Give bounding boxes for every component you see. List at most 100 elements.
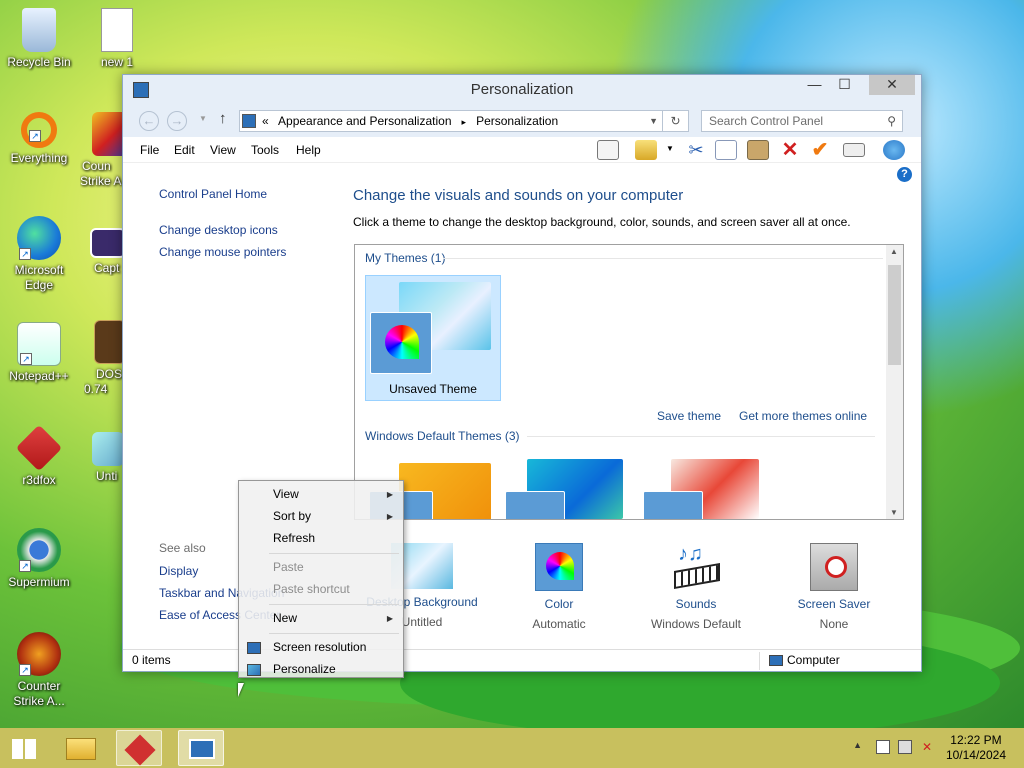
menu-edit[interactable]: Edit bbox=[174, 143, 195, 157]
unsaved-theme-label: Unsaved Theme bbox=[389, 382, 477, 396]
themes-scrollbar[interactable]: ▲ ▼ bbox=[886, 245, 903, 519]
ctx-sort-by[interactable]: Sort by bbox=[273, 509, 311, 523]
clock-date: 10/14/2024 bbox=[945, 748, 1006, 762]
ctx-refresh[interactable]: Refresh bbox=[273, 531, 315, 545]
desktop-icon-new1[interactable]: new 1 bbox=[79, 8, 155, 70]
change-desktop-icons-link[interactable]: Change desktop icons bbox=[159, 223, 339, 237]
menu-file[interactable]: File bbox=[140, 143, 159, 157]
folder-icon bbox=[66, 738, 96, 760]
start-button[interactable] bbox=[0, 730, 48, 766]
navigation-bar: ← → ▼ ↑ « Appearance and Personalization… bbox=[123, 105, 921, 137]
desktop-icon-untitled[interactable]: Unti bbox=[84, 432, 126, 484]
desktop-icon-dosbox[interactable]: DOS 0.74 bbox=[84, 320, 126, 397]
close-button[interactable]: ✕ bbox=[869, 75, 915, 95]
show-hidden-icons[interactable]: ▲ bbox=[853, 740, 862, 750]
taskbar-r3dfox[interactable] bbox=[116, 730, 162, 766]
scrollbar-thumb[interactable] bbox=[888, 265, 901, 365]
scroll-down-icon[interactable]: ▼ bbox=[890, 508, 898, 517]
supermium-icon: ↗ bbox=[17, 528, 61, 572]
layout-icon[interactable] bbox=[597, 140, 619, 160]
clock-time: 12:22 PM bbox=[950, 733, 1002, 747]
refresh-icon[interactable]: ↻ bbox=[663, 110, 689, 132]
properties-icon[interactable] bbox=[843, 143, 865, 157]
ctx-paste[interactable]: Paste bbox=[273, 560, 304, 574]
left-pane: Control Panel Home Change desktop icons … bbox=[159, 187, 339, 267]
counter-strike-icon: ↗ bbox=[17, 632, 61, 676]
paste-icon[interactable] bbox=[747, 140, 769, 160]
desktop-icon-label: Counter Strike A... bbox=[13, 679, 65, 708]
sounds-value: Windows Default bbox=[650, 617, 742, 631]
maximize-button[interactable]: ☐ bbox=[830, 75, 859, 95]
taskbar-file-explorer[interactable] bbox=[58, 730, 104, 766]
screen-saver-item[interactable]: Screen Saver None bbox=[774, 543, 894, 631]
chevron-down-icon[interactable]: ▼ bbox=[649, 111, 658, 131]
control-panel-home-link[interactable]: Control Panel Home bbox=[159, 187, 339, 201]
everything-icon: ↗ bbox=[21, 112, 57, 148]
desktop-icon-label: Microsoft Edge bbox=[14, 263, 64, 292]
chevron-down-icon[interactable]: ▼ bbox=[666, 144, 674, 153]
sounds-label[interactable]: Sounds bbox=[636, 597, 756, 611]
taskbar: ▲ ✕ 12:22 PM 10/14/2024 bbox=[0, 728, 1024, 768]
address-bar[interactable]: « Appearance and Personalization ▸ Perso… bbox=[239, 110, 663, 132]
color-label[interactable]: Color bbox=[499, 597, 619, 611]
window-title: Personalization bbox=[470, 81, 574, 98]
desktop-icon-label: Recycle Bin bbox=[7, 55, 71, 69]
sounds-item[interactable]: ♪♫ Sounds Windows Default bbox=[636, 543, 756, 631]
volume-muted-icon[interactable]: ✕ bbox=[922, 740, 936, 754]
breadcrumb-personalization[interactable]: Personalization bbox=[476, 114, 558, 128]
forward-arrow-icon[interactable]: → bbox=[167, 111, 187, 131]
delete-icon[interactable]: ✕ bbox=[779, 140, 801, 160]
title-bar[interactable]: Personalization — ☐ ✕ bbox=[123, 75, 921, 105]
counter-strike-icon bbox=[92, 112, 126, 156]
ctx-new[interactable]: New bbox=[273, 611, 297, 625]
minimize-button[interactable]: — bbox=[800, 75, 829, 95]
search-icon[interactable]: ⚲ bbox=[887, 111, 896, 131]
get-more-themes-link[interactable]: Get more themes online bbox=[739, 409, 867, 423]
ctx-personalize[interactable]: Personalize bbox=[273, 662, 336, 676]
desktop-icon-notepadpp[interactable]: ↗ Notepad++ bbox=[1, 322, 77, 384]
desktop-icon-recycle-bin[interactable]: Recycle Bin bbox=[1, 8, 77, 70]
desktop-icon-r3dfox[interactable]: r3dfox bbox=[1, 424, 77, 488]
save-theme-link[interactable]: Save theme bbox=[657, 409, 721, 423]
action-center-icon[interactable] bbox=[876, 740, 890, 754]
globe-icon[interactable] bbox=[883, 140, 905, 160]
network-icon[interactable] bbox=[898, 740, 912, 754]
notepadpp-icon: ↗ bbox=[17, 322, 61, 366]
recent-locations-chevron-icon[interactable]: ▼ bbox=[199, 114, 207, 123]
checkmark-icon[interactable]: ✔ bbox=[809, 140, 831, 160]
desktop-icon-counter-strike[interactable]: Coun Strike A bbox=[80, 112, 126, 189]
ctx-screen-resolution[interactable]: Screen resolution bbox=[273, 640, 366, 654]
screen-saver-label[interactable]: Screen Saver bbox=[774, 597, 894, 611]
breadcrumb-appearance[interactable]: Appearance and Personalization bbox=[278, 114, 451, 128]
control-panel-icon bbox=[242, 114, 256, 128]
help-icon[interactable]: ? bbox=[897, 167, 912, 182]
scroll-up-icon[interactable]: ▲ bbox=[890, 247, 898, 256]
desktop-icon-label: Supermium bbox=[8, 575, 70, 589]
desktop-icon-edge[interactable]: ↗ Microsoft Edge bbox=[1, 216, 77, 293]
desktop-icon-everything[interactable]: ↗ Everything bbox=[1, 112, 77, 166]
change-mouse-pointers-link[interactable]: Change mouse pointers bbox=[159, 245, 339, 259]
cut-icon[interactable]: ✂ bbox=[685, 140, 707, 160]
system-clock[interactable]: 12:22 PM 10/14/2024 bbox=[946, 733, 1006, 763]
menu-tools[interactable]: Tools bbox=[251, 143, 279, 157]
color-item[interactable]: Color Automatic bbox=[499, 543, 619, 631]
color-value: Automatic bbox=[532, 617, 586, 631]
unsaved-theme-tile[interactable]: Unsaved Theme bbox=[365, 275, 501, 401]
back-arrow-icon[interactable]: ← bbox=[139, 111, 159, 131]
folder-options-icon[interactable] bbox=[635, 140, 657, 160]
menu-help[interactable]: Help bbox=[296, 143, 321, 157]
search-input[interactable]: Search Control Panel ⚲ bbox=[701, 110, 903, 132]
themes-list[interactable]: My Themes (1) Unsaved Theme Save theme G… bbox=[354, 244, 904, 520]
ctx-view[interactable]: View bbox=[273, 487, 299, 501]
color-fan-icon bbox=[505, 491, 565, 519]
menu-view[interactable]: View bbox=[210, 143, 236, 157]
desktop-icon-counter-strike-2[interactable]: ↗ Counter Strike A... bbox=[1, 632, 77, 709]
breadcrumb-arrow-icon[interactable]: ▸ bbox=[462, 117, 467, 127]
ctx-paste-shortcut[interactable]: Paste shortcut bbox=[273, 582, 350, 596]
desktop-icon-capture[interactable]: Capt bbox=[84, 228, 126, 276]
up-arrow-icon[interactable]: ↑ bbox=[219, 110, 227, 127]
copy-icon[interactable] bbox=[715, 140, 737, 160]
desktop-icon-supermium[interactable]: ↗ Supermium bbox=[1, 528, 77, 590]
taskbar-personalization[interactable] bbox=[178, 730, 224, 766]
page-heading: Change the visuals and sounds on your co… bbox=[353, 187, 684, 204]
